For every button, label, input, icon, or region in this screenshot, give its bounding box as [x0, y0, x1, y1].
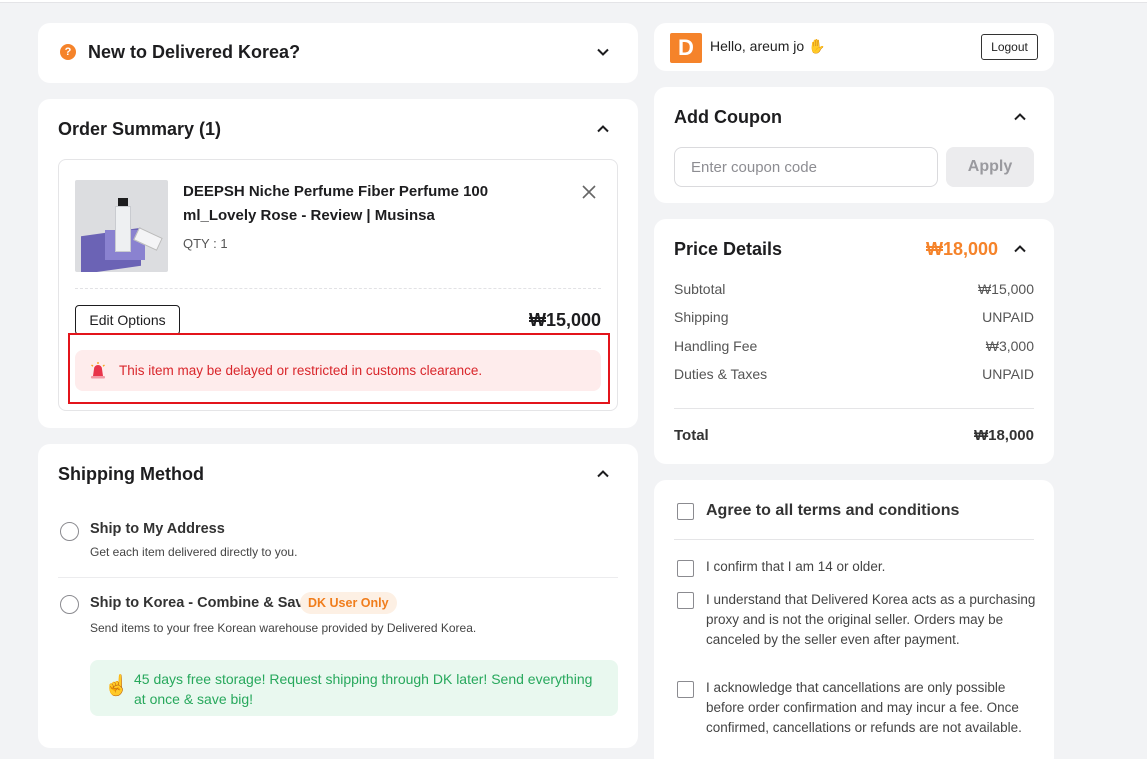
apply-coupon-button[interactable]: Apply	[946, 147, 1034, 187]
ship-to-korea-desc: Send items to your free Korean warehouse…	[90, 621, 477, 635]
dk-user-only-badge: DK User Only	[300, 592, 397, 614]
term-checkbox[interactable]	[677, 592, 694, 609]
chevron-up-icon[interactable]	[1013, 242, 1027, 256]
price-row-value: ₩15,000	[977, 281, 1034, 297]
greeting-text: Hello, areum jo	[710, 38, 805, 54]
product-image	[75, 180, 168, 272]
agree-all-checkbox[interactable]	[677, 503, 694, 520]
customs-warning: This item may be delayed or restricted i…	[75, 350, 601, 391]
storage-promo-text: 45 days free storage! Request shipping t…	[134, 671, 593, 707]
price-total-row: Total ₩18,000	[674, 427, 1034, 444]
price-details-card: Price Details ₩18,000 Subtotal ₩15,000 Sh…	[654, 219, 1054, 464]
ship-to-address-radio[interactable]	[60, 522, 79, 541]
pointing-hand-icon: ☝	[104, 675, 129, 697]
logout-button[interactable]: Logout	[981, 34, 1038, 60]
price-total-header: ₩18,000	[925, 239, 998, 259]
total-value: ₩18,000	[973, 427, 1034, 444]
edit-options-button[interactable]: Edit Options	[75, 305, 180, 335]
ship-to-korea-radio[interactable]	[60, 595, 79, 614]
terms-divider	[674, 539, 1034, 540]
price-row: Duties & Taxes UNPAID	[674, 366, 1034, 382]
product-name[interactable]: DEEPSH Niche Perfume Fiber Perfume 100 m…	[183, 180, 543, 228]
price-details-title: Price Details	[674, 239, 783, 259]
welcome-title: New to Delivered Korea?	[88, 42, 301, 62]
chevron-up-icon[interactable]	[596, 467, 610, 481]
coupon-input[interactable]	[674, 147, 938, 187]
term-checkbox[interactable]	[677, 681, 694, 698]
price-row: Shipping UNPAID	[674, 309, 1034, 325]
dk-logo: D	[670, 33, 702, 63]
shipping-method-card: Shipping Method Ship to My Address Get e…	[38, 444, 638, 748]
coupon-title: Add Coupon	[674, 107, 782, 127]
coupon-card: Add Coupon Apply	[654, 87, 1054, 203]
price-row-value: UNPAID	[982, 366, 1034, 382]
order-summary-title: Order Summary (1)	[58, 119, 222, 139]
price-row-value: UNPAID	[982, 309, 1034, 325]
siren-icon	[89, 361, 107, 379]
remove-item-icon[interactable]	[581, 184, 597, 200]
price-row-label: Shipping	[674, 309, 729, 325]
product-price: ₩15,000	[528, 310, 601, 330]
price-row-label: Subtotal	[674, 281, 726, 297]
term-label[interactable]: I understand that Delivered Korea acts a…	[706, 590, 1036, 650]
price-row-label: Handling Fee	[674, 338, 758, 354]
question-icon: ?	[60, 44, 76, 60]
chevron-up-icon[interactable]	[1013, 110, 1027, 124]
order-item: DEEPSH Niche Perfume Fiber Perfume 100 m…	[58, 159, 618, 411]
product-qty: QTY : 1	[183, 236, 228, 251]
top-border	[0, 0, 1147, 3]
price-row: Subtotal ₩15,000	[674, 281, 1034, 297]
term-label[interactable]: I acknowledge that cancellations are onl…	[706, 678, 1036, 738]
ship-to-address-label[interactable]: Ship to My Address	[90, 521, 225, 537]
item-divider	[75, 288, 601, 289]
price-row: Handling Fee ₩3,000	[674, 338, 1034, 354]
chevron-down-icon[interactable]	[596, 45, 610, 59]
ship-to-korea-label[interactable]: Ship to Korea - Combine & Save	[90, 595, 312, 611]
storage-promo: ☝ 45 days free storage! Request shipping…	[90, 660, 618, 716]
term-label[interactable]: I confirm that I am 14 or older.	[706, 557, 1036, 577]
greeting: Hello, areum jo ✋	[710, 38, 825, 55]
total-label: Total	[674, 427, 709, 444]
welcome-card[interactable]: ? New to Delivered Korea?	[38, 23, 638, 83]
customs-warning-text: This item may be delayed or restricted i…	[119, 363, 483, 378]
term-checkbox[interactable]	[677, 560, 694, 577]
order-summary-card: Order Summary (1) DEEPSH Niche Perfume F…	[38, 99, 638, 428]
waving-hand-icon: ✋	[804, 38, 826, 54]
price-row-label: Duties & Taxes	[674, 366, 768, 382]
option-divider	[58, 577, 618, 578]
shipping-method-title: Shipping Method	[58, 464, 204, 484]
price-row-value: ₩3,000	[985, 338, 1034, 354]
user-card: D Hello, areum jo ✋ Logout	[654, 23, 1054, 71]
agree-all-label[interactable]: Agree to all terms and conditions	[706, 502, 959, 520]
price-divider	[674, 408, 1034, 409]
terms-card: Agree to all terms and conditions I conf…	[654, 480, 1054, 759]
chevron-up-icon[interactable]	[596, 122, 610, 136]
ship-to-address-desc: Get each item delivered directly to you.	[90, 545, 298, 559]
